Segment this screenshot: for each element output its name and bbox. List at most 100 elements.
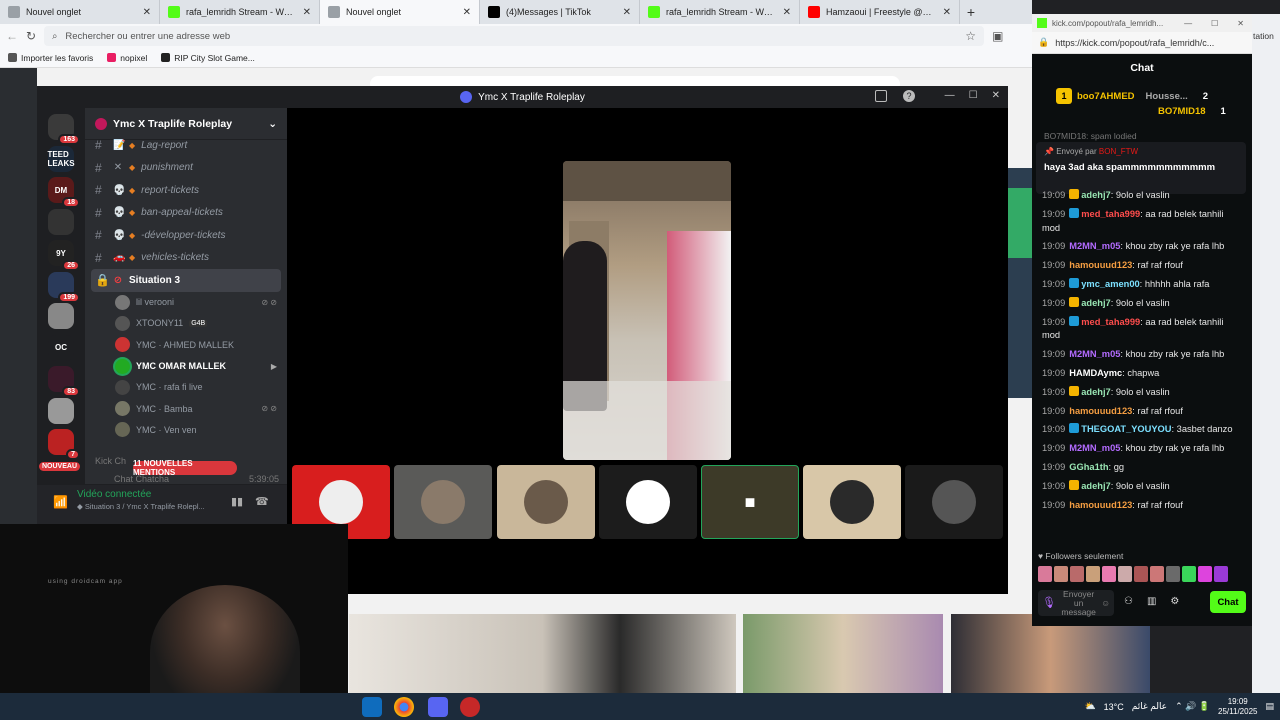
users-icon[interactable]: ⚇	[1124, 596, 1133, 607]
message-user[interactable]: GGha1th	[1069, 462, 1108, 472]
reload-icon[interactable]: ↻	[26, 29, 36, 43]
message-user[interactable]: adehj7	[1081, 190, 1110, 200]
text-channel[interactable]: # 📝 ◆ Lag-report	[85, 134, 287, 157]
chrome-icon[interactable]	[394, 697, 414, 717]
tray-icons[interactable]: ⌃ 🔊 🔋	[1175, 701, 1210, 712]
message-user[interactable]: HAMDAymc	[1069, 368, 1122, 378]
emote-icon[interactable]	[1150, 566, 1164, 582]
browser-tab[interactable]: Hamzaoui | Freestyle @Rachma R ✕	[800, 0, 960, 24]
bookmark-item[interactable]: RIP City Slot Game...	[161, 53, 255, 63]
message-user[interactable]: med_taha999	[1081, 317, 1140, 327]
voice-channel-situation-3[interactable]: 🔒 ⊘ Situation 3	[91, 269, 281, 292]
browser-tab[interactable]: rafa_lemridh Stream - Watch Live ✕	[160, 0, 320, 24]
server-icon[interactable]: 163	[48, 114, 80, 145]
kick-channel-row[interactable]: Kick Ch	[95, 456, 126, 466]
text-channel[interactable]: # 💀 ◆ -développer-tickets	[85, 224, 287, 247]
star-icon[interactable]: ☆	[965, 29, 976, 43]
main-video-stream[interactable]	[563, 161, 731, 460]
message-user[interactable]: med_taha999	[1081, 209, 1140, 219]
leader-first[interactable]: 1 boo7AHMED Housse... 2	[1056, 88, 1242, 104]
message-user[interactable]: M2MN_m05	[1069, 443, 1120, 453]
chat-message[interactable]: 19:09 THEGOAT_YOUYOU: 3asbet danzo	[1036, 422, 1250, 440]
participant-tile[interactable]	[394, 465, 492, 539]
settings-icon[interactable]: ⚙	[1170, 596, 1179, 607]
tab-close-icon[interactable]: ✕	[783, 7, 791, 18]
emote-icon[interactable]	[1070, 566, 1084, 582]
emote-icon[interactable]	[1038, 566, 1052, 582]
server-icon[interactable]	[48, 303, 74, 329]
message-user[interactable]: hamouuud123	[1069, 406, 1132, 416]
news-thumb[interactable]	[349, 614, 736, 693]
participant-tile[interactable]	[497, 465, 595, 539]
store-icon[interactable]: ▥	[1147, 596, 1156, 607]
chat-message[interactable]: 19:09 hamouuud123: raf raf rfouf	[1036, 498, 1250, 516]
discord-taskbar-icon[interactable]	[428, 697, 448, 717]
mic-icon[interactable]: 🎙	[1042, 597, 1056, 608]
emote-icon[interactable]	[1054, 566, 1068, 582]
maximize-icon[interactable]: ☐	[969, 90, 978, 101]
message-user[interactable]: adehj7	[1081, 481, 1110, 491]
kick-url-bar[interactable]: 🔒 https://kick.com/popout/rafa_lemridh/c…	[1032, 32, 1252, 54]
server-icon[interactable]	[48, 397, 74, 424]
address-bar[interactable]: ⌕ Rechercher ou entrer une adresse web ☆	[44, 26, 985, 46]
chat-message[interactable]: 19:09 adehj7: 9olo el vaslin	[1036, 479, 1250, 497]
participant-tile[interactable]: ■	[701, 465, 799, 539]
participant-tile[interactable]	[905, 465, 1003, 539]
disconnect-icon[interactable]: ☎	[255, 495, 269, 508]
voice-user[interactable]: XTOONY11 G4B	[85, 313, 287, 334]
tab-close-icon[interactable]: ✕	[943, 7, 951, 18]
participant-tile[interactable]	[803, 465, 901, 539]
chat-message[interactable]: 19:09 M2MN_m05: khou zby rak ye rafa lhb	[1036, 441, 1250, 459]
emote-icon[interactable]	[1102, 566, 1116, 582]
chat-message[interactable]: 19:09 ymc_amen00: hhhhh ahla rafa	[1036, 277, 1250, 295]
minimize-icon[interactable]: —	[1184, 19, 1192, 28]
extensions-icon[interactable]: ▣	[992, 29, 1003, 43]
tab-close-icon[interactable]: ✕	[303, 7, 311, 18]
notification-icon[interactable]: ▤	[1265, 701, 1274, 712]
chat-message[interactable]: 19:09 M2MN_m05: khou zby rak ye rafa lhb	[1036, 347, 1250, 365]
message-user[interactable]: hamouuud123	[1069, 260, 1132, 270]
text-channel[interactable]: # 💀 ◆ ban-appeal-tickets	[85, 202, 287, 225]
emote-icon[interactable]	[1134, 566, 1148, 582]
voice-user[interactable]: lil verooni ⊘ ⊘	[85, 292, 287, 313]
tab-close-icon[interactable]: ✕	[463, 7, 471, 18]
back-icon[interactable]: ←	[6, 29, 18, 43]
close-icon[interactable]: ✕	[992, 90, 1000, 101]
chat-message[interactable]: 19:09 med_taha999: aa rad belek tanhili m…	[1036, 207, 1250, 239]
browser-tab[interactable]: Nouvel onglet ✕	[0, 0, 160, 24]
chat-message[interactable]: 19:09 GGha1th: gg	[1036, 460, 1250, 478]
text-channel[interactable]: # 💀 ◆ report-tickets	[85, 179, 287, 202]
outlook-icon[interactable]	[362, 697, 382, 717]
leader-third[interactable]: BO7MID18 1	[1158, 106, 1242, 117]
text-channel[interactable]: # 🚗 ◆ vehicles-tickets	[85, 247, 287, 270]
chat-message[interactable]: 19:09 HAMDAymc: chapwa	[1036, 366, 1250, 384]
emote-icon[interactable]	[1118, 566, 1132, 582]
browser-tab[interactable]: Nouvel onglet ✕	[320, 0, 480, 24]
participant-tile[interactable]	[599, 465, 697, 539]
chat-message[interactable]: 19:09 hamouuud123: raf raf rfouf	[1036, 258, 1250, 276]
emote-icon[interactable]	[1086, 566, 1100, 582]
browser-tab[interactable]: rafa_lemridh Stream - Watch Live ✕	[640, 0, 800, 24]
message-user[interactable]: ymc_amen00	[1081, 279, 1139, 289]
browser-tab[interactable]: (4)Messages | TikTok ✕	[480, 0, 640, 24]
close-icon[interactable]: ✕	[1237, 19, 1244, 28]
new-tab-button[interactable]: +	[960, 0, 982, 24]
tab-close-icon[interactable]: ✕	[143, 7, 151, 18]
voice-user[interactable]: YMC · AHMED MALLEK	[85, 334, 287, 355]
chat-input[interactable]: 🎙 Envoyer un message ☺	[1038, 589, 1114, 616]
bookmark-item[interactable]: Importer les favoris	[8, 53, 93, 63]
emote-icon[interactable]	[1166, 566, 1180, 582]
new-mentions-pill[interactable]: 11 NOUVELLES MENTIONS	[133, 459, 237, 477]
chat-message[interactable]: 19:09 adehj7: 9olo el vaslin	[1036, 385, 1250, 403]
voice-user[interactable]: YMC OMAR MALLEK ▶	[85, 355, 287, 376]
message-user[interactable]: M2MN_m05	[1069, 349, 1120, 359]
server-icon[interactable]: DM 18	[48, 177, 80, 208]
chat-message[interactable]: 19:09 adehj7: 9olo el vaslin	[1036, 188, 1250, 206]
news-thumb[interactable]	[743, 614, 943, 693]
clock[interactable]: 19:09 25/11/2025	[1218, 697, 1257, 717]
server-icon[interactable]: OC	[48, 334, 74, 361]
chat-message[interactable]: 19:09 med_taha999: aa rad belek tanhili m…	[1036, 315, 1250, 347]
server-icon[interactable]: 83	[48, 366, 80, 397]
server-icon[interactable]: 9Y 26	[48, 240, 80, 271]
popout-icon[interactable]	[875, 90, 887, 102]
